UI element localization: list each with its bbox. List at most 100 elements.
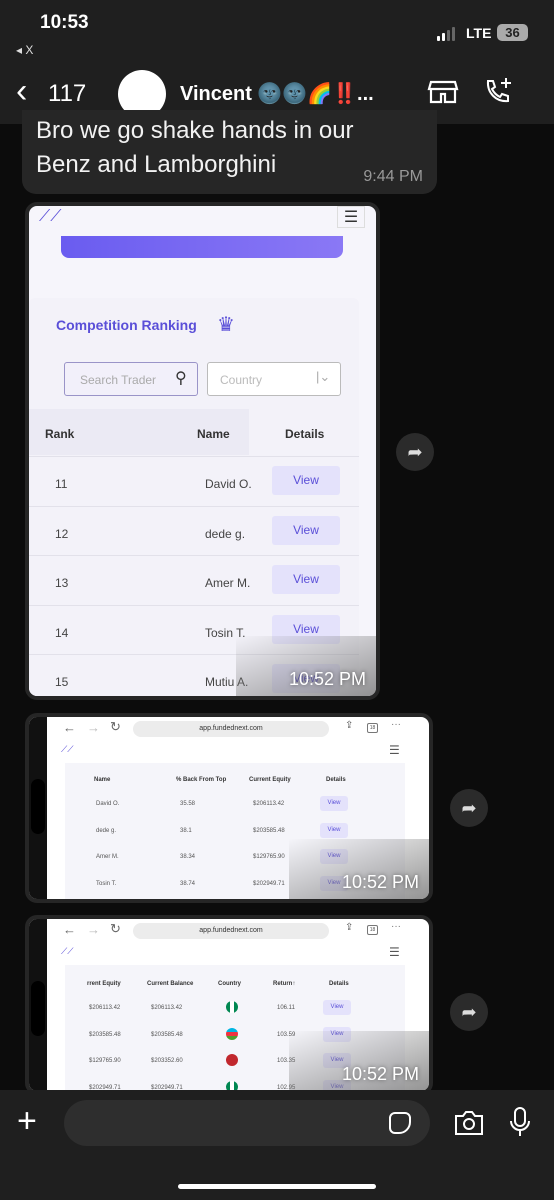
message-time: 10:52 PM — [341, 872, 419, 892]
table-cell: $202949.71 — [253, 880, 285, 887]
back-arrow-icon[interactable]: ← — [63, 720, 76, 735]
view-button[interactable]: View — [272, 565, 340, 595]
signal-icon — [437, 27, 455, 41]
col-header: Current Equity — [249, 777, 291, 783]
back-to-app[interactable]: ◂ X — [16, 43, 33, 57]
image-message-table[interactable]: ← → ↻ app.fundednext.com ⇪ 18 ··· ⟋⟋ ☰ N… — [25, 713, 433, 903]
table-cell: David O. — [96, 801, 120, 807]
share-icon[interactable]: ⇪ — [345, 922, 353, 933]
row-divider — [29, 456, 359, 457]
col-header: Name — [197, 427, 230, 441]
rank-cell: 13 — [55, 576, 69, 591]
table-cell: $206113.42 — [253, 801, 285, 807]
add-call-icon[interactable] — [482, 76, 514, 108]
url-bar[interactable]: app.fundednext.com — [133, 721, 329, 737]
rank-cell: 15 — [55, 675, 69, 690]
reload-icon[interactable]: ↻ — [110, 921, 121, 937]
table-cell: 38.74 — [180, 880, 196, 887]
home-indicator[interactable] — [178, 1184, 376, 1189]
col-header: Country — [218, 981, 241, 987]
store-icon[interactable] — [427, 76, 459, 108]
microphone-icon[interactable] — [508, 1106, 532, 1138]
unread-count[interactable]: 117 — [48, 80, 86, 108]
camera-icon[interactable] — [453, 1109, 485, 1137]
forward-arrow-icon[interactable]: → — [87, 922, 100, 937]
col-header: rrent Equity — [87, 981, 121, 987]
contact-name[interactable]: Vincent 🌚🌚🌈‼️... — [180, 81, 374, 106]
row-divider — [29, 505, 359, 507]
more-icon[interactable]: ··· — [391, 921, 401, 932]
view-button[interactable]: View — [272, 466, 340, 495]
col-header: Details — [285, 427, 325, 441]
col-header: % Back From Top — [176, 777, 227, 783]
tabs-button[interactable]: 18 — [367, 925, 378, 935]
forward-icon[interactable]: ➦ — [450, 993, 488, 1031]
crown-icon: ♛ — [217, 314, 235, 336]
table-cell: Tosin T. — [96, 880, 117, 887]
section-title: Competition Ranking — [56, 317, 197, 333]
rank-cell: 12 — [55, 526, 69, 541]
menu-icon[interactable]: ☰ — [389, 743, 400, 757]
view-button[interactable]: View — [272, 515, 340, 545]
rank-cell: 11 — [55, 477, 68, 491]
battery-icon: 36 — [497, 24, 528, 41]
rank-cell: 14 — [55, 625, 69, 640]
logo-icon: ⟋⟋ — [61, 946, 74, 956]
view-button[interactable]: View — [320, 822, 348, 838]
image-message-ranking[interactable]: ⟋⟋ ☰ Competition Ranking ♛ Search Trader… — [25, 202, 380, 700]
message-time: 9:44 PM — [363, 168, 423, 185]
col-header: Name — [94, 777, 111, 783]
share-icon[interactable]: ⇪ — [345, 720, 353, 731]
table-cell: 106.11 — [277, 1005, 295, 1011]
message-time: 10:52 PM — [288, 669, 366, 689]
col-header: Details — [326, 777, 346, 783]
view-button[interactable]: View — [323, 1000, 351, 1015]
name-cell: David O. — [205, 477, 252, 491]
status-time: 10:53 — [40, 12, 89, 33]
reload-icon[interactable]: ↻ — [110, 719, 121, 735]
url-bar[interactable]: app.fundednext.com — [133, 923, 329, 939]
back-arrow-icon[interactable]: ← — [63, 922, 76, 937]
table-cell: $206113.42 — [151, 1005, 183, 1011]
table-cell: 38.1 — [180, 827, 192, 834]
forward-icon[interactable]: ➦ — [396, 433, 434, 471]
plus-icon[interactable]: + — [17, 1104, 37, 1138]
image-message-table[interactable]: ← → ↻ app.fundednext.com ⇪ 18 ··· ⟋⟋ ☰ r… — [25, 915, 433, 1095]
message-input[interactable] — [64, 1100, 430, 1146]
back-chevron-icon[interactable]: ‹ — [16, 74, 27, 108]
menu-icon[interactable]: ☰ — [389, 945, 400, 959]
table-cell: dede g. — [96, 827, 117, 834]
col-header: Rank — [45, 427, 75, 441]
forward-icon[interactable]: ➦ — [450, 789, 488, 827]
country-placeholder: Country — [220, 373, 263, 387]
row-divider — [29, 555, 359, 557]
message-line: Bro we go shake hands in our — [36, 117, 354, 144]
forward-arrow-icon[interactable]: → — [87, 720, 100, 735]
country-select[interactable]: Country |⌄ — [207, 362, 341, 396]
table-cell: Amer M. — [96, 854, 119, 860]
table-cell: $203585.48 — [89, 1031, 121, 1038]
message-time: 10:52 PM — [341, 1064, 419, 1084]
chevron-down-icon: |⌄ — [316, 369, 331, 384]
dynamic-island — [31, 981, 45, 1036]
table-cell: $203585.48 — [151, 1031, 183, 1038]
banner — [61, 236, 343, 258]
col-header: Return↑ — [273, 981, 296, 987]
table-cell: $129765.90 — [253, 854, 285, 860]
search-input[interactable]: Search Trader ⚲ — [64, 362, 198, 396]
network-type: LTE — [466, 25, 492, 41]
menu-icon[interactable]: ☰ — [337, 206, 365, 228]
table-cell: 35.58 — [180, 801, 196, 807]
table-cell: 38.34 — [180, 854, 196, 860]
name-cell: Amer M. — [205, 576, 251, 591]
tabs-button[interactable]: 18 — [367, 723, 378, 733]
col-header: Current Balance — [147, 981, 194, 987]
table-cell: $203352.60 — [151, 1058, 183, 1064]
logo-icon: ⟋⟋ — [61, 744, 74, 754]
search-placeholder: Search Trader — [80, 373, 157, 387]
search-icon: ⚲ — [175, 370, 187, 387]
view-button[interactable]: View — [320, 796, 348, 811]
name-cell: dede g. — [205, 526, 246, 541]
text-message[interactable]: Bro we go shake hands in our Benz and La… — [22, 110, 437, 194]
more-icon[interactable]: ··· — [391, 719, 401, 730]
